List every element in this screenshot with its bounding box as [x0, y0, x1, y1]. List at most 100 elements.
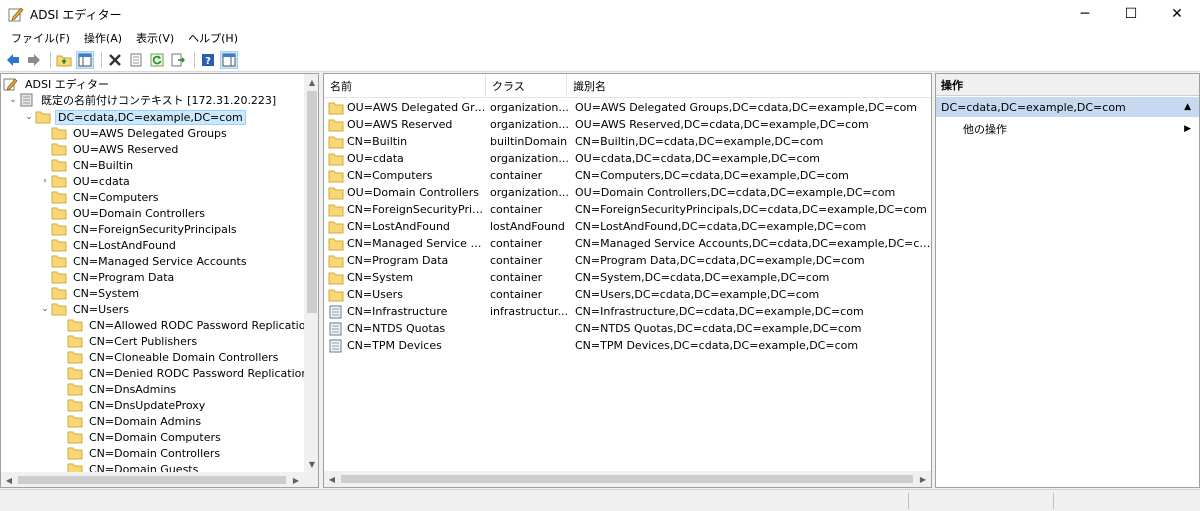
list-item[interactable]: OU=AWS Reserved organization... OU=AWS Res…	[324, 116, 931, 133]
folder-icon	[51, 302, 67, 316]
tree-item-label: CN=DnsAdmins	[89, 382, 177, 396]
column-header-class[interactable]: クラス	[486, 74, 567, 98]
list-item[interactable]: CN=LostAndFound lostAndFound CN=LostAndFou…	[324, 218, 931, 235]
minimize-button[interactable]: ─	[1062, 0, 1108, 28]
list-cell-name: CN=Users	[324, 288, 486, 302]
tree-item[interactable]: CN=Builtin	[39, 157, 135, 173]
toolbar-separator	[50, 51, 51, 68]
tree-item[interactable]: CN=Domain Computers	[67, 429, 223, 445]
column-header-dn[interactable]: 識別名	[567, 74, 931, 98]
tree-item[interactable]: CN=Domain Guests	[67, 461, 200, 472]
menu-help[interactable]: ヘルプ(H)	[181, 30, 245, 46]
list-item[interactable]: OU=Domain Controllers organization... OU=D…	[324, 184, 931, 201]
tree-item[interactable]: CN=DnsUpdateProxy	[67, 397, 207, 413]
action-section-header[interactable]: DC=cdata,DC=example,DC=com ▲	[936, 97, 1199, 117]
menu-view[interactable]: 表示(V)	[129, 30, 181, 46]
list-cell-class: organization...	[490, 101, 569, 114]
list-item[interactable]: CN=Managed Service Acco... container CN=Ma…	[324, 235, 931, 252]
folder-icon	[51, 174, 67, 188]
chevron-right-icon[interactable]: ›	[39, 176, 51, 186]
scrollbar-thumb[interactable]	[18, 476, 286, 484]
chevron-down-icon[interactable]: ⌄	[7, 95, 19, 105]
tree-item[interactable]: CN=Allowed RODC Password Replication Gro	[67, 317, 304, 333]
tree-item[interactable]: CN=Domain Admins	[67, 413, 203, 429]
action-more-actions[interactable]: 他の操作 ▶	[936, 120, 1199, 138]
tree-item[interactable]: CN=DnsAdmins	[67, 381, 178, 397]
scrollbar-thumb[interactable]	[307, 91, 317, 313]
menu-action[interactable]: 操作(A)	[77, 30, 129, 46]
list-cell-class: infrastructur...	[490, 305, 569, 318]
list-cell-dn: CN=ForeignSecurityPrincipals,DC=cdata,DC…	[575, 203, 927, 216]
tree-item-domain-root[interactable]: ⌄ DC=cdata,DC=example,DC=com	[23, 109, 246, 125]
close-button[interactable]: ✕	[1154, 0, 1200, 28]
collapse-up-icon[interactable]: ▲	[1184, 102, 1191, 112]
back-arrow-icon[interactable]	[4, 51, 22, 69]
scroll-down-icon[interactable]: ▼	[304, 456, 318, 472]
scroll-right-icon[interactable]: ▶	[915, 471, 931, 487]
tree-root[interactable]: ADSI エディター	[3, 76, 111, 92]
tree-item[interactable]: CN=System	[39, 285, 141, 301]
list-item[interactable]: CN=NTDS Quotas CN=NTDS Quotas,DC=cdata,DC…	[324, 320, 931, 337]
folder-icon	[328, 135, 344, 149]
list-horizontal-scrollbar[interactable]: ◀ ▶	[324, 471, 931, 487]
tree-item[interactable]: CN=Cloneable Domain Controllers	[67, 349, 280, 365]
folder-icon	[328, 118, 344, 132]
list-item[interactable]: CN=Computers container CN=Computers,DC=cda…	[324, 167, 931, 184]
export-list-icon[interactable]	[169, 51, 187, 69]
tree-item[interactable]: CN=Cert Publishers	[67, 333, 199, 349]
folder-icon	[51, 238, 67, 252]
help-icon[interactable]: ?	[199, 51, 217, 69]
show-hide-action-pane-icon[interactable]	[220, 50, 238, 69]
list-item-name: CN=TPM Devices	[347, 339, 442, 352]
tree-item[interactable]: CN=Domain Controllers	[67, 445, 222, 461]
scrollbar-thumb[interactable]	[341, 475, 913, 483]
tree-item[interactable]: OU=AWS Delegated Groups	[39, 125, 229, 141]
list-item-name: CN=NTDS Quotas	[347, 322, 446, 335]
maximize-button[interactable]: ☐	[1108, 0, 1154, 28]
tree-item[interactable]: ⌄ CN=Users	[39, 301, 131, 317]
delete-icon[interactable]	[106, 51, 124, 69]
list-item[interactable]: CN=Program Data container CN=Program Data,…	[324, 252, 931, 269]
toolbar-separator	[194, 51, 195, 68]
list-item[interactable]: CN=System container CN=System,DC=cdata,DC=…	[324, 269, 931, 286]
show-hide-tree-icon[interactable]	[76, 50, 94, 69]
tree-item[interactable]: CN=ForeignSecurityPrincipals	[39, 221, 239, 237]
folder-icon	[67, 446, 83, 460]
tree-item[interactable]: › OU=cdata	[39, 173, 132, 189]
list-item-name: OU=cdata	[347, 152, 404, 165]
list-item[interactable]: CN=ForeignSecurityPrincip... container CN=…	[324, 201, 931, 218]
tree-item-default-naming-context[interactable]: ⌄ 既定の名前付けコンテキスト [172.31.20.223]	[7, 92, 278, 108]
list-header: 名前 クラス 識別名	[324, 74, 931, 98]
tree-item[interactable]: OU=AWS Reserved	[39, 141, 180, 157]
up-folder-icon[interactable]	[55, 51, 73, 69]
list-item[interactable]: CN=Infrastructure infrastructur... CN=Infr…	[324, 303, 931, 320]
tree-vertical-scrollbar[interactable]: ▲ ▼	[304, 74, 318, 472]
forward-arrow-icon[interactable]	[25, 51, 43, 69]
tree-item[interactable]: CN=Denied RODC Password Replication Grou	[67, 365, 304, 381]
menu-file[interactable]: ファイル(F)	[4, 30, 77, 46]
list-item[interactable]: OU=AWS Delegated Groups organization... OU…	[324, 99, 931, 116]
properties-icon[interactable]	[127, 51, 145, 69]
scroll-right-icon[interactable]: ▶	[288, 472, 304, 487]
scroll-left-icon[interactable]: ◀	[324, 471, 340, 487]
column-header-name[interactable]: 名前	[324, 74, 486, 98]
tree-item[interactable]: CN=LostAndFound	[39, 237, 178, 253]
list-item[interactable]: CN=TPM Devices CN=TPM Devices,DC=cdata,DC…	[324, 337, 931, 354]
action-pane: 操作 DC=cdata,DC=example,DC=com ▲ 他の操作 ▶	[935, 73, 1200, 488]
chevron-down-icon[interactable]: ⌄	[39, 304, 51, 314]
tree-item[interactable]: CN=Managed Service Accounts	[39, 253, 249, 269]
folder-icon	[67, 366, 83, 380]
tree-item[interactable]: CN=Computers	[39, 189, 161, 205]
chevron-down-icon[interactable]: ⌄	[23, 112, 35, 122]
list-item[interactable]: OU=cdata organization... OU=cdata,DC=cdata…	[324, 150, 931, 167]
list-item[interactable]: CN=Builtin builtinDomain CN=Builtin,DC=cda…	[324, 133, 931, 150]
scroll-left-icon[interactable]: ◀	[1, 472, 17, 487]
tree-item[interactable]: OU=Domain Controllers	[39, 205, 207, 221]
list-item[interactable]: CN=Users container CN=Users,DC=cdata,DC=ex…	[324, 286, 931, 303]
object-icon	[328, 339, 344, 353]
refresh-icon[interactable]	[148, 51, 166, 69]
tree-item[interactable]: CN=Program Data	[39, 269, 176, 285]
scroll-up-icon[interactable]: ▲	[304, 74, 318, 90]
tree-horizontal-scrollbar[interactable]: ◀ ▶	[1, 472, 304, 487]
tree-item-label: CN=Managed Service Accounts	[73, 254, 247, 268]
